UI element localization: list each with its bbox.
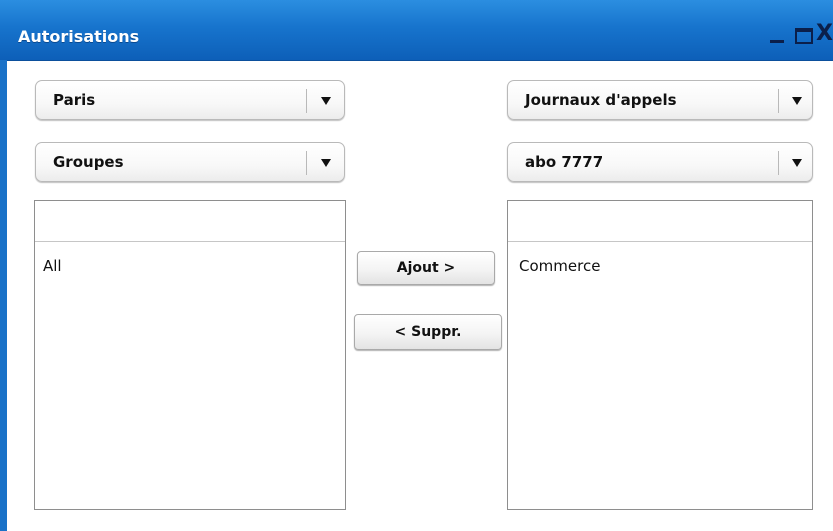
select-divider [778, 151, 779, 175]
select-divider [306, 151, 307, 175]
list-item-all[interactable]: All [43, 257, 62, 275]
select-divider [306, 89, 307, 113]
title-bar[interactable]: Autorisations X [0, 0, 833, 61]
chevron-down-icon[interactable] [321, 159, 331, 167]
site-select[interactable]: Paris [35, 80, 345, 120]
list-header [508, 201, 812, 242]
type-select-value: Groupes [53, 153, 124, 171]
maximize-icon[interactable] [792, 22, 816, 46]
add-button[interactable]: Ajout > [357, 251, 495, 285]
autorisations-window: Autorisations X Paris Groupes Journaux d… [0, 0, 833, 531]
target-select-value: abo 7777 [525, 153, 604, 171]
site-select-value: Paris [53, 91, 96, 109]
chevron-down-icon[interactable] [792, 97, 802, 105]
minimize-icon[interactable] [766, 22, 790, 46]
remove-button[interactable]: < Suppr. [354, 314, 502, 350]
close-icon[interactable]: X [816, 22, 833, 46]
window-title: Autorisations [18, 27, 140, 46]
chevron-down-icon[interactable] [792, 159, 802, 167]
available-list[interactable]: All [34, 200, 346, 510]
permission-select-value: Journaux d'appels [525, 91, 677, 109]
chevron-down-icon[interactable] [321, 97, 331, 105]
permission-select[interactable]: Journaux d'appels [507, 80, 813, 120]
assigned-list[interactable]: Commerce [507, 200, 813, 510]
target-select[interactable]: abo 7777 [507, 142, 813, 182]
list-header [35, 201, 345, 242]
select-divider [778, 89, 779, 113]
window-left-border [0, 60, 7, 531]
list-item-commerce[interactable]: Commerce [519, 257, 600, 275]
type-select[interactable]: Groupes [35, 142, 345, 182]
